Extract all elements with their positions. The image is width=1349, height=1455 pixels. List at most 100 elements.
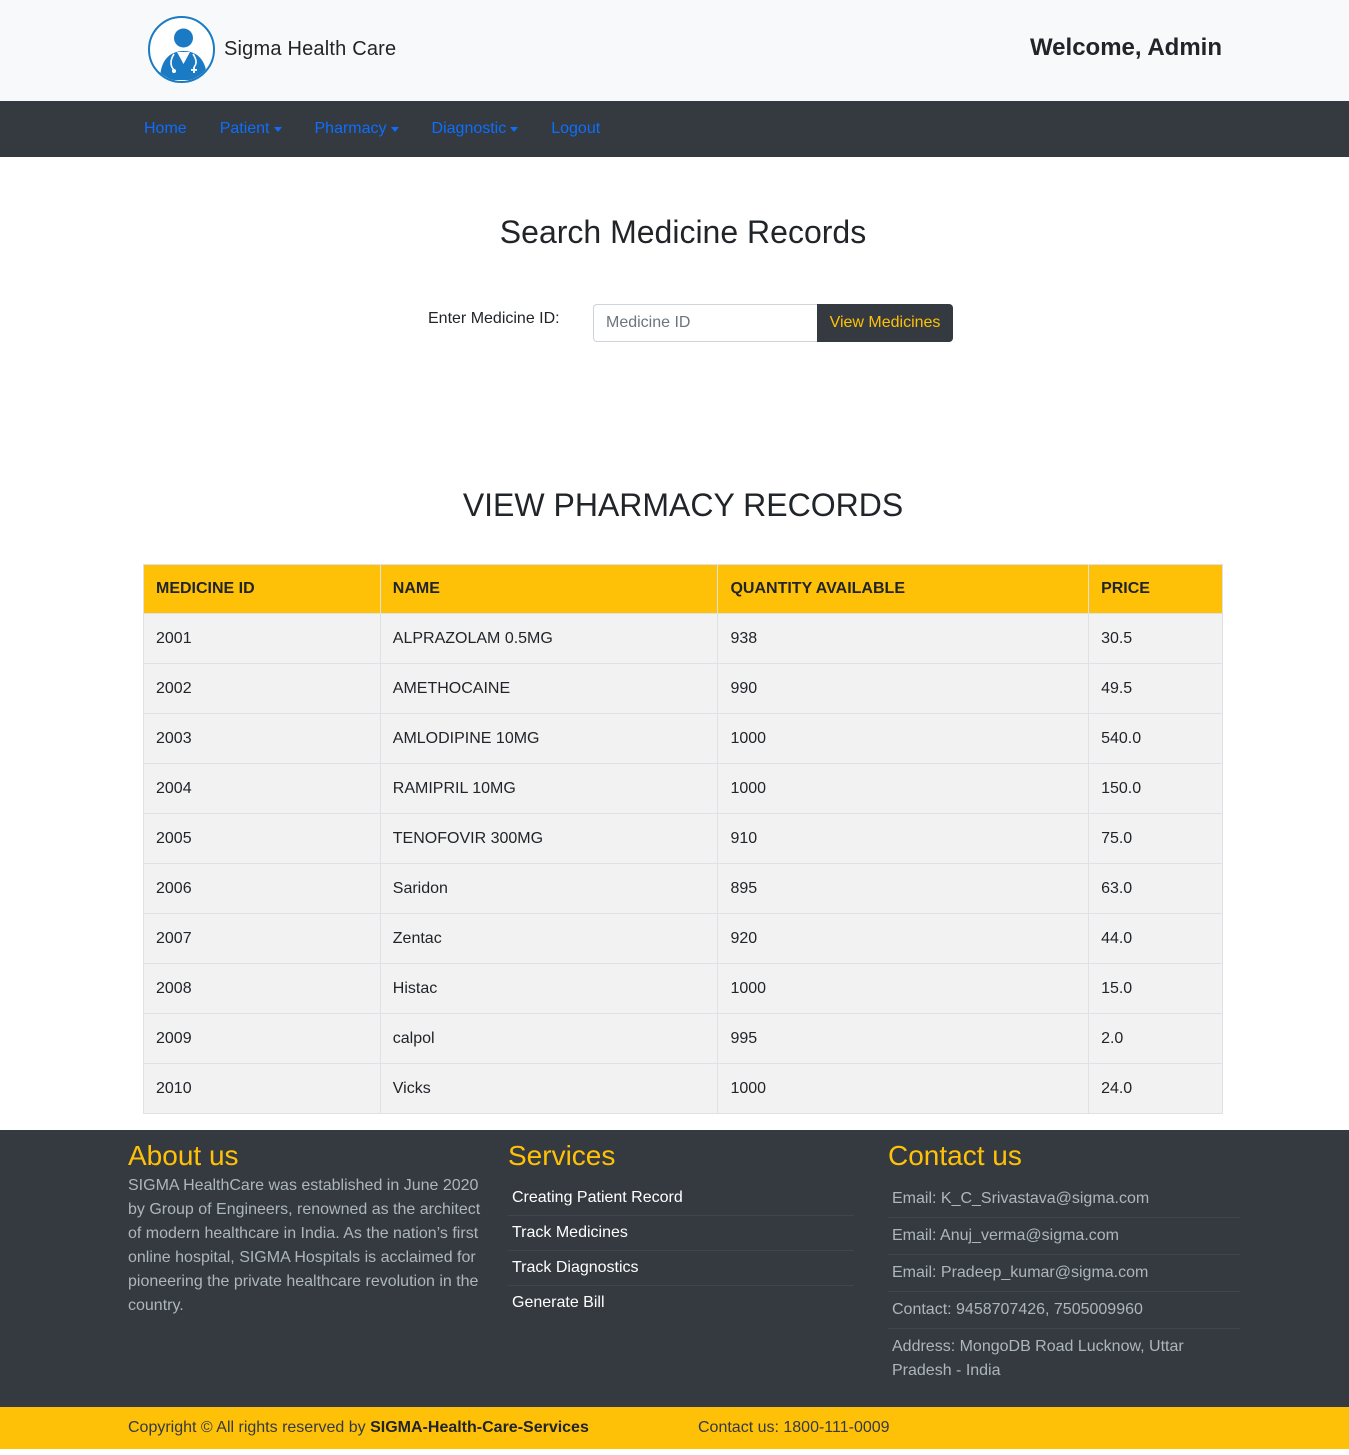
footer-contact-item: Email: Anuj_verma@sigma.com [888, 1218, 1240, 1255]
footer-service-link[interactable]: Generate Bill [508, 1286, 854, 1320]
hotline-text: Contact us: 1800-111-0009 [698, 1419, 890, 1436]
footer-contact-item: Email: K_C_Srivastava@sigma.com [888, 1181, 1240, 1218]
caret-down-icon [390, 126, 399, 132]
cell-medicine-id: 2001 [143, 613, 381, 664]
table-row: 2001 ALPRAZOLAM 0.5MG 938 30.5 [143, 613, 1223, 664]
nav-pharmacy-label: Pharmacy [314, 120, 387, 137]
footer-service-link[interactable]: Track Medicines [508, 1216, 854, 1251]
cell-medicine-id: 2010 [143, 1063, 381, 1114]
table-row: 2005 TENOFOVIR 300MG 910 75.0 [143, 813, 1223, 864]
table-row: 2003 AMLODIPINE 10MG 1000 540.0 [143, 713, 1223, 764]
cell-price: 30.5 [1088, 613, 1223, 664]
cell-name: Zentac [379, 913, 719, 964]
doctor-logo-icon [148, 16, 215, 83]
cell-quantity: 920 [717, 913, 1090, 964]
cell-quantity: 910 [717, 813, 1090, 864]
cell-quantity: 1000 [717, 763, 1090, 814]
cell-price: 44.0 [1088, 913, 1223, 964]
table-row: 2009 calpol 995 2.0 [143, 1013, 1223, 1064]
footer-services-title: Services [508, 1140, 616, 1171]
pharmacy-records-table: MEDICINE ID NAME QUANTITY AVAILABLE PRIC… [143, 564, 1223, 1114]
brand[interactable]: Sigma Health Care [148, 16, 396, 83]
footer-contact-title: Contact us [888, 1140, 1022, 1171]
nav-home-label: Home [144, 120, 187, 137]
cell-quantity: 990 [717, 663, 1090, 714]
nav-logout-link[interactable]: Logout [551, 120, 600, 138]
footer-contact-item: Address: MongoDB Road Lucknow, Uttar Pra… [892, 1338, 1184, 1379]
cell-price: 24.0 [1088, 1063, 1223, 1114]
cell-name: AMLODIPINE 10MG [379, 713, 719, 764]
cell-price: 75.0 [1088, 813, 1223, 864]
caret-down-icon [510, 126, 519, 132]
footer-about: About us SIGMA HealthCare was establishe… [128, 1130, 483, 1318]
welcome-message: Welcome, Admin [1029, 34, 1222, 61]
table-header-row: MEDICINE ID NAME QUANTITY AVAILABLE PRIC… [143, 564, 1223, 614]
footer-services: Services Creating Patient Record Track M… [508, 1130, 854, 1320]
table-row: 2007 Zentac 920 44.0 [143, 913, 1223, 964]
footer-about-text: SIGMA HealthCare was established in June… [128, 1177, 481, 1314]
cell-quantity: 995 [717, 1013, 1090, 1064]
cell-name: RAMIPRIL 10MG [379, 763, 719, 814]
cell-medicine-id: 2004 [143, 763, 381, 814]
nav-logout-label: Logout [551, 120, 601, 137]
cell-quantity: 1000 [717, 713, 1090, 764]
footer-contact-list: Email: K_C_Srivastava@sigma.com Email: A… [888, 1181, 1240, 1389]
caret-down-icon [273, 126, 282, 132]
cell-medicine-id: 2005 [143, 813, 381, 864]
cell-medicine-id: 2002 [143, 663, 381, 714]
cell-price: 15.0 [1088, 963, 1223, 1014]
cell-medicine-id: 2007 [143, 913, 381, 964]
cell-price: 63.0 [1088, 863, 1223, 914]
cell-price: 540.0 [1088, 713, 1223, 764]
footer-services-list: Creating Patient Record Track Medicines … [508, 1181, 854, 1320]
nav-pharmacy-dropdown[interactable]: Pharmacy [315, 120, 399, 138]
nav-diagnostic-dropdown[interactable]: Diagnostic [432, 120, 519, 138]
column-header-price: PRICE [1088, 564, 1223, 614]
column-header-medicine-id: MEDICINE ID [143, 564, 381, 614]
footer-about-title: About us [128, 1140, 239, 1171]
table-row: 2010 Vicks 1000 24.0 [143, 1063, 1223, 1114]
column-header-quantity: QUANTITY AVAILABLE [717, 564, 1090, 614]
table-row: 2008 Histac 1000 15.0 [143, 963, 1223, 1014]
footer-contact: Contact us Email: K_C_Srivastava@sigma.c… [888, 1130, 1240, 1389]
footer-contact-item: Email: Pradeep_kumar@sigma.com [888, 1255, 1240, 1292]
nav-patient-label: Patient [219, 120, 270, 137]
footer-contact-item: Contact: 9458707426, 7505009960 [888, 1292, 1240, 1329]
cell-quantity: 1000 [717, 1063, 1090, 1114]
nav-list: Home Patient Pharmacy Diagnostic Logout [144, 101, 633, 157]
site-footer: About us SIGMA HealthCare was establishe… [0, 1130, 1349, 1407]
copyright-prefix: Copyright © All rights reserved by [128, 1419, 371, 1436]
copyright-bar: Copyright © All rights reserved by SIGMA… [0, 1407, 1349, 1449]
cell-medicine-id: 2008 [143, 963, 381, 1014]
medicine-id-label: Enter Medicine ID: [428, 310, 560, 327]
cell-medicine-id: 2009 [143, 1013, 381, 1064]
column-header-name: NAME [379, 564, 719, 614]
view-medicines-button[interactable]: View Medicines [817, 304, 953, 342]
cell-name: AMETHOCAINE [379, 663, 719, 714]
search-section-title: Search Medicine Records [499, 214, 867, 250]
cell-medicine-id: 2006 [143, 863, 381, 914]
cell-quantity: 938 [717, 613, 1090, 664]
top-header: Sigma Health Care Welcome, Admin [0, 0, 1349, 101]
cell-name: ALPRAZOLAM 0.5MG [379, 613, 719, 664]
nav-patient-dropdown[interactable]: Patient [220, 120, 282, 138]
table-row: 2004 RAMIPRIL 10MG 1000 150.0 [143, 763, 1223, 814]
medicine-id-input[interactable] [593, 304, 818, 342]
cell-name: Saridon [379, 863, 719, 914]
cell-name: Vicks [379, 1063, 719, 1114]
copyright-owner: SIGMA-Health-Care-Services [370, 1419, 589, 1436]
brand-name: Sigma Health Care [224, 38, 397, 60]
cell-price: 2.0 [1088, 1013, 1223, 1064]
nav-home-link[interactable]: Home [144, 120, 187, 138]
cell-name: Histac [379, 963, 719, 1014]
cell-name: TENOFOVIR 300MG [379, 813, 719, 864]
cell-medicine-id: 2003 [143, 713, 381, 764]
cell-name: calpol [379, 1013, 719, 1064]
cell-quantity: 1000 [717, 963, 1090, 1014]
footer-service-link[interactable]: Track Diagnostics [508, 1251, 854, 1286]
cell-quantity: 895 [717, 863, 1090, 914]
main-navbar: Home Patient Pharmacy Diagnostic Logout [0, 101, 1349, 157]
cell-price: 49.5 [1088, 663, 1223, 714]
footer-service-link[interactable]: Creating Patient Record [508, 1181, 854, 1216]
table-row: 2006 Saridon 895 63.0 [143, 863, 1223, 914]
